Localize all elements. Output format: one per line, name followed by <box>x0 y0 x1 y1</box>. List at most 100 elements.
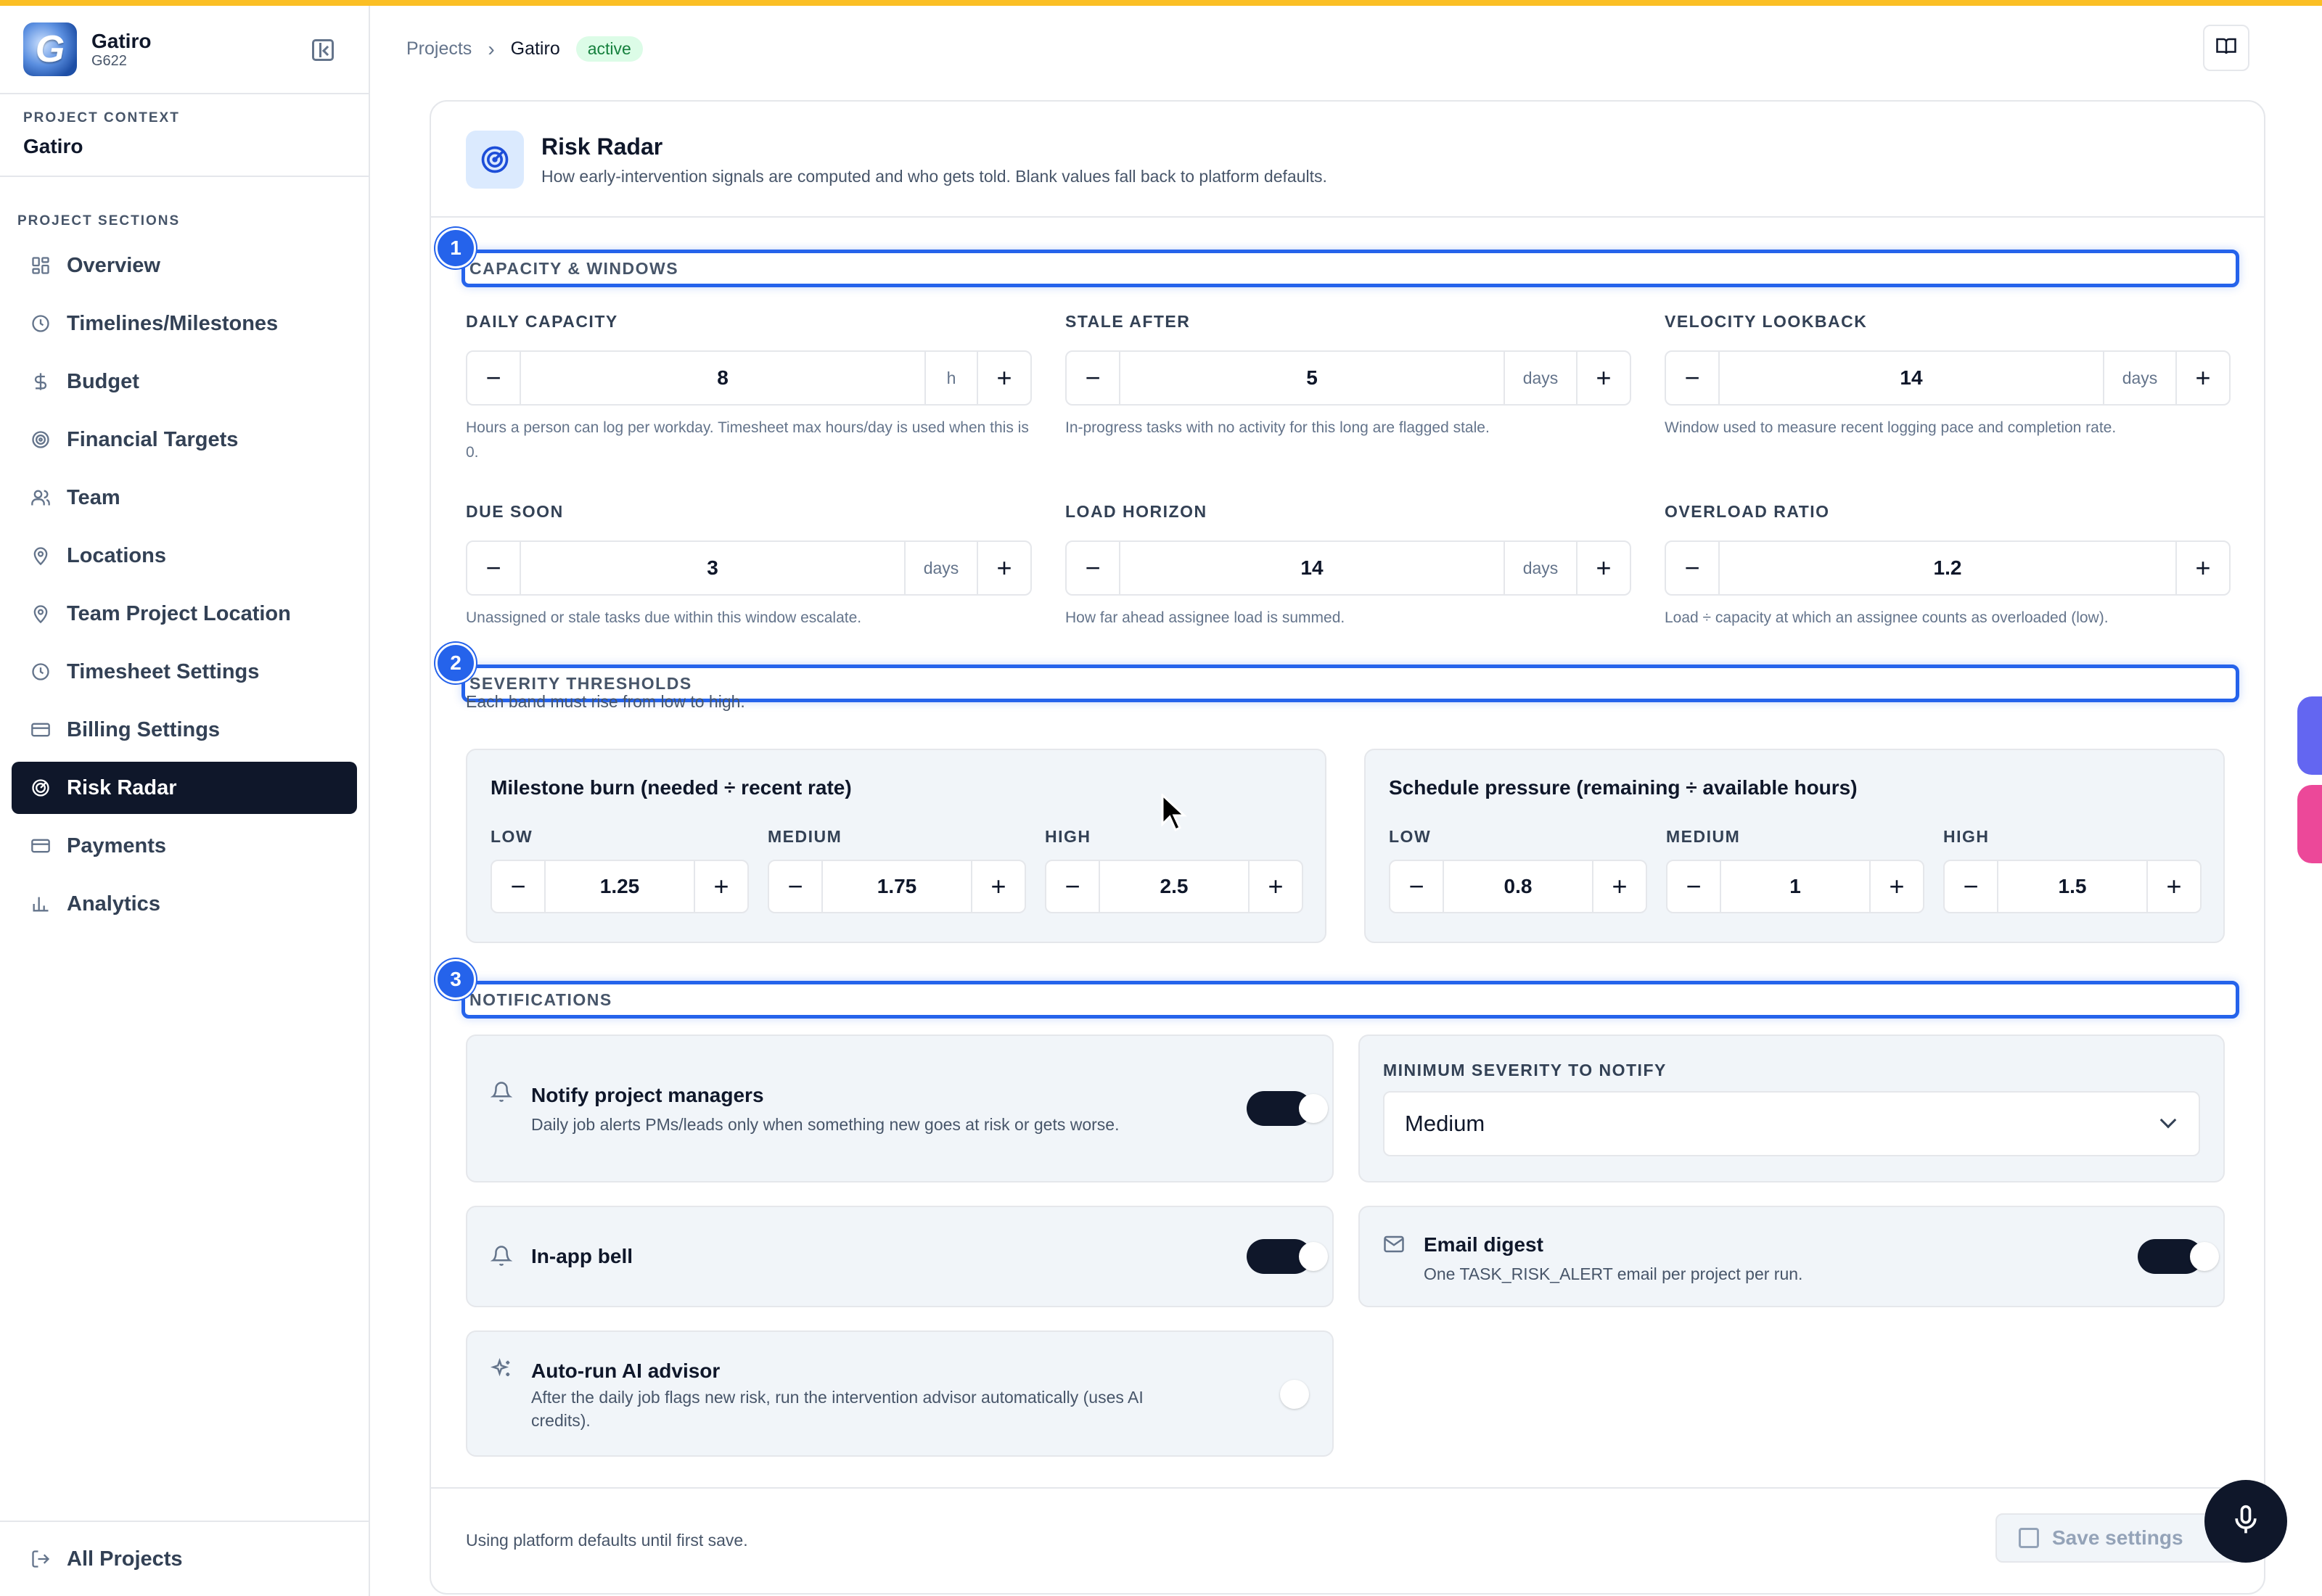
side-widget-tab[interactable] <box>2297 785 2322 863</box>
sidebar-item-overview[interactable]: Overview <box>12 239 357 292</box>
brand: G Gatiro G622 <box>0 6 369 93</box>
schedule-pressure-medium: MEDIUM − 1 + <box>1666 827 1924 913</box>
decrement-button[interactable]: − <box>1666 352 1720 404</box>
daily-capacity-stepper: − 8 h + <box>466 350 1032 406</box>
decrement-button[interactable]: − <box>1067 352 1120 404</box>
milestone-burn-high-input[interactable]: 2.5 <box>1100 875 1248 898</box>
overload-ratio-stepper: − 1.2 + <box>1665 540 2231 596</box>
increment-button[interactable]: + <box>1248 861 1302 912</box>
sidebar-item-timesheet-settings[interactable]: Timesheet Settings <box>12 646 357 698</box>
voice-input-button[interactable] <box>2204 1480 2287 1563</box>
section-capacity-label: CAPACITY & WINDOWS <box>469 258 679 278</box>
increment-button[interactable]: + <box>694 861 747 912</box>
book-icon <box>2215 36 2237 61</box>
field-label: HIGH <box>1943 827 1990 846</box>
field-stale-after: STALE AFTER − 5 days + In-progress tasks… <box>1065 312 1631 440</box>
breadcrumb-projects[interactable]: Projects <box>406 38 472 59</box>
decrement-button[interactable]: − <box>467 542 521 594</box>
card-header: Risk Radar How early-intervention signal… <box>431 102 2264 218</box>
increment-button[interactable]: + <box>2175 542 2229 594</box>
sidebar-item-payments[interactable]: Payments <box>12 820 357 872</box>
milestone-burn-low: LOW − 1.25 + <box>491 827 749 913</box>
sidebar-item-billing-settings[interactable]: Billing Settings <box>12 704 357 756</box>
increment-button[interactable]: + <box>977 352 1030 404</box>
decrement-button[interactable]: − <box>1067 542 1120 594</box>
decrement-button[interactable]: − <box>492 861 546 912</box>
dollar-icon <box>29 370 52 393</box>
due-soon-input[interactable]: 3 <box>521 556 904 580</box>
notify-pms-toggle[interactable] <box>1247 1091 1328 1126</box>
sidebar-item-analytics[interactable]: Analytics <box>12 878 357 930</box>
radar-icon <box>29 776 52 799</box>
milestone-burn-medium-input[interactable]: 1.75 <box>823 875 971 898</box>
decrement-button[interactable]: − <box>467 352 521 404</box>
sidebar-item-locations[interactable]: Locations <box>12 530 357 582</box>
grid-icon <box>29 254 52 277</box>
in-app-bell-toggle[interactable] <box>1247 1239 1328 1274</box>
collapse-sidebar-icon[interactable] <box>312 39 334 61</box>
min-severity-label: MINIMUM SEVERITY TO NOTIFY <box>1383 1061 1667 1079</box>
increment-button[interactable]: + <box>1869 861 1923 912</box>
decrement-button[interactable]: − <box>1945 861 1998 912</box>
notify-pms-title: Notify project managers <box>531 1084 764 1106</box>
docs-button[interactable] <box>2203 25 2249 71</box>
field-due-soon: DUE SOON − 3 days + Unassigned or stale … <box>466 502 1032 630</box>
section-notifications-label: NOTIFICATIONS <box>469 990 612 1009</box>
schedule-pressure-panel: Schedule pressure (remaining ÷ available… <box>1364 749 2225 943</box>
load-horizon-input[interactable]: 14 <box>1120 556 1503 580</box>
sidebar-item-label: Timelines/Milestones <box>67 311 279 335</box>
increment-button[interactable]: + <box>1592 861 1646 912</box>
sidebar-item-label: Payments <box>67 834 167 857</box>
sidebar-item-team[interactable]: Team <box>12 472 357 524</box>
breadcrumb-chevron-icon: › <box>488 37 495 60</box>
decrement-button[interactable]: − <box>769 861 823 912</box>
project-sections-caption: PROJECT SECTIONS <box>17 213 181 229</box>
section-number-badge: 1 <box>435 228 476 268</box>
bell-icon <box>490 1245 513 1272</box>
increment-button[interactable]: + <box>971 861 1025 912</box>
sidebar-item-team-project-location[interactable]: Team Project Location <box>12 588 357 640</box>
in-app-bell-panel: In-app bell <box>466 1206 1334 1307</box>
sidebar-item-budget[interactable]: Budget <box>12 355 357 408</box>
increment-button[interactable]: + <box>1576 352 1630 404</box>
velocity-lookback-input[interactable]: 14 <box>1720 366 2103 390</box>
min-severity-panel: MINIMUM SEVERITY TO NOTIFY Medium <box>1358 1034 2225 1182</box>
min-severity-select[interactable]: Medium <box>1383 1091 2200 1156</box>
schedule-pressure-low-input[interactable]: 0.8 <box>1444 875 1592 898</box>
field-help: Hours a person can log per workday. Time… <box>466 419 1029 461</box>
schedule-pressure-medium-input[interactable]: 1 <box>1721 875 1869 898</box>
side-widget-tab[interactable] <box>2297 696 2322 775</box>
clock-icon <box>29 660 52 683</box>
brand-code: G622 <box>91 53 127 69</box>
schedule-pressure-high-input[interactable]: 1.5 <box>1998 875 2146 898</box>
sidebar-item-risk-radar[interactable]: Risk Radar <box>12 762 357 814</box>
bell-icon <box>490 1081 513 1108</box>
decrement-button[interactable]: − <box>1390 861 1444 912</box>
sidebar-item-label: Locations <box>67 543 166 567</box>
increment-button[interactable]: + <box>2175 352 2229 404</box>
email-digest-toggle[interactable] <box>2138 1239 2219 1274</box>
save-icon <box>2019 1528 2039 1548</box>
sidebar-item-financial-targets[interactable]: Financial Targets <box>12 414 357 466</box>
decrement-button[interactable]: − <box>1666 542 1720 594</box>
increment-button[interactable]: + <box>1576 542 1630 594</box>
daily-capacity-input[interactable]: 8 <box>521 366 924 390</box>
field-help: Window used to measure recent logging pa… <box>1665 419 2117 436</box>
risk-radar-card: Risk Radar How early-intervention signal… <box>430 100 2265 1595</box>
all-projects-link[interactable]: All Projects <box>0 1521 369 1596</box>
status-badge: active <box>575 36 643 62</box>
increment-button[interactable]: + <box>2146 861 2200 912</box>
field-label: STALE AFTER <box>1065 312 1191 331</box>
milestone-burn-low-input[interactable]: 1.25 <box>546 875 694 898</box>
sidebar-item-timelines[interactable]: Timelines/Milestones <box>12 297 357 350</box>
decrement-button[interactable]: − <box>1046 861 1100 912</box>
milestone-burn-medium-stepper: − 1.75 + <box>768 860 1026 913</box>
auto-ai-toggle[interactable] <box>1247 1377 1312 1412</box>
stale-after-input[interactable]: 5 <box>1120 366 1503 390</box>
field-label: MEDIUM <box>1666 827 1741 846</box>
sidebar-item-label: Financial Targets <box>67 427 239 451</box>
decrement-button[interactable]: − <box>1667 861 1721 912</box>
credit-card-icon <box>29 834 52 857</box>
increment-button[interactable]: + <box>977 542 1030 594</box>
overload-ratio-input[interactable]: 1.2 <box>1720 556 2175 580</box>
